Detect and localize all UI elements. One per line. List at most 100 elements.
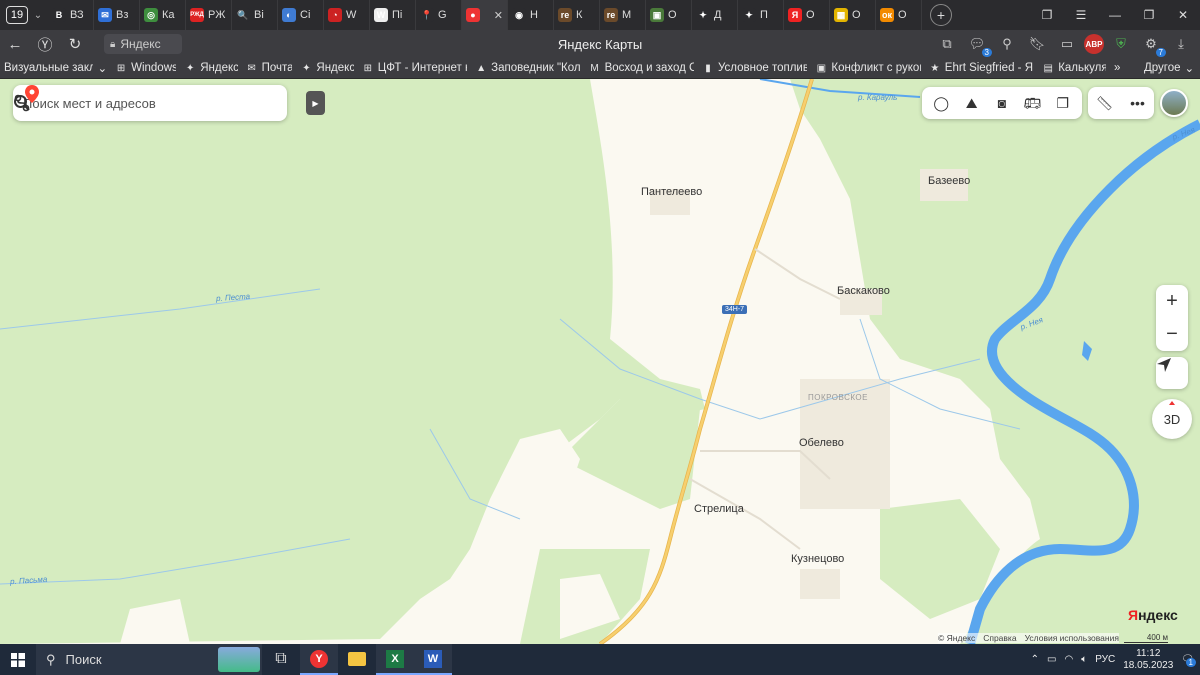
word-app[interactable]: W <box>414 644 452 675</box>
chat-icon[interactable]: 💬︎ 3 <box>964 33 992 57</box>
collections-icon[interactable]: ❐ <box>1030 8 1064 22</box>
tab-14[interactable]: ✦ Д <box>692 0 738 30</box>
zoom-in-button[interactable]: + <box>1156 285 1188 318</box>
map-search-box[interactable] <box>13 85 287 121</box>
adblock-icon[interactable]: ABP <box>1084 34 1104 54</box>
locate-me-button[interactable] <box>1156 357 1188 389</box>
excel-app[interactable]: X <box>376 644 414 675</box>
bookmark-4[interactable]: ✦ Яндекс <box>296 62 357 74</box>
route-icon[interactable] <box>13 94 31 112</box>
close-window-button[interactable]: ✕ <box>1166 8 1200 22</box>
tab-6[interactable]: ◔ W <box>324 0 370 30</box>
help-link[interactable]: Справка <box>983 633 1016 643</box>
place-pokrovskoe[interactable]: ПОКРОВСКОЕ <box>808 393 868 402</box>
tab-2[interactable]: ◎ Ка <box>140 0 186 30</box>
tab-8[interactable]: 📍 G <box>416 0 462 30</box>
bookmark-9[interactable]: ▣ Конфликт с руков <box>811 62 924 74</box>
yandex-home-button[interactable]: Ⓨ <box>30 34 60 55</box>
menu-icon[interactable]: ☰ <box>1064 8 1098 22</box>
ruler-icon[interactable]: 📏︎ <box>1094 92 1116 114</box>
screen-icon[interactable]: ▭ <box>1054 33 1080 55</box>
chevron-up-icon[interactable]: ⌃ <box>1031 654 1039 665</box>
more-icon[interactable]: ••• <box>1127 92 1149 114</box>
bookmark-11[interactable]: ▤ Калькуля <box>1038 62 1110 74</box>
place-bazeevo[interactable]: Базеево <box>928 175 970 187</box>
copy-link-icon[interactable]: ⧉ <box>934 33 960 55</box>
place-strelitsa[interactable]: Стрелица <box>694 503 744 515</box>
new-tab-button[interactable]: + <box>930 4 952 26</box>
terms-link[interactable]: Условия использования <box>1025 633 1119 643</box>
tab-13[interactable]: ▣ О <box>646 0 692 30</box>
tab-7[interactable]: W Пі <box>370 0 416 30</box>
panorama-icon[interactable]: ⛰ <box>961 92 983 114</box>
taskbar-search[interactable]: ⚲ Поиск <box>36 644 262 675</box>
clock[interactable]: 11:12 18.05.2023 <box>1123 648 1173 672</box>
back-button[interactable]: ← <box>0 36 30 53</box>
panel-toggle-button[interactable]: ▶ <box>306 91 325 115</box>
tab-11[interactable]: re К <box>554 0 600 30</box>
bookmarks-other-label: Другое <box>1144 62 1181 74</box>
restore-button[interactable]: ❐ <box>1132 8 1166 22</box>
bookmark-5[interactable]: ⊞ ЦФТ - Интернет н <box>358 62 471 74</box>
volume-icon[interactable]: 🔈︎ <box>1081 654 1087 665</box>
bookmark-2[interactable]: ✦ Яндекс <box>180 62 241 74</box>
start-button[interactable] <box>0 644 36 675</box>
tab-16[interactable]: ЯО <box>784 0 830 30</box>
location-pin-icon[interactable]: ⚲ <box>994 33 1020 55</box>
minimize-button[interactable]: — <box>1098 8 1132 22</box>
task-view-button[interactable]: ⧉ <box>262 644 300 675</box>
place-baskakovo[interactable]: Баскаково <box>837 285 890 297</box>
tab-4[interactable]: 🔍 Ві <box>232 0 278 30</box>
tab-17[interactable]: ▦ О <box>830 0 876 30</box>
place-panteleevo[interactable]: Пантелеево <box>641 186 702 198</box>
bookmark-icon[interactable]: 🔖︎ <box>1024 33 1050 55</box>
tab-3[interactable]: РЖД РЖ <box>186 0 232 30</box>
bookmark-0[interactable]: Визуальные закладк⌄ <box>0 61 111 75</box>
tab-18[interactable]: ок О <box>876 0 922 30</box>
tab-counter[interactable]: 19 <box>6 6 28 24</box>
camera-icon[interactable]: ◙ <box>991 92 1013 114</box>
download-icon[interactable]: ⤓ <box>1168 33 1194 55</box>
map-canvas[interactable]: Пантелеево Базеево Баскаково ПОКРОВСКОЕ … <box>0 79 1200 644</box>
bookmark-6[interactable]: ▲ Заповедник "Колс <box>471 62 584 74</box>
extensions-icon[interactable]: ⚙ 7 <box>1138 33 1166 57</box>
bookmark-3[interactable]: ✉ Почта <box>242 62 297 74</box>
shield-icon[interactable]: ⛨ <box>1108 33 1134 55</box>
transport-icon[interactable]: 🚌︎ <box>1021 92 1043 114</box>
reload-button[interactable]: ↻ <box>60 35 90 53</box>
file-explorer-app[interactable] <box>338 644 376 675</box>
tab-12[interactable]: re М <box>600 0 646 30</box>
bookmarks-other-folder[interactable]: Другое ⌄ <box>1140 61 1198 75</box>
wifi-icon[interactable]: ◠ <box>1064 654 1073 665</box>
layers-icon[interactable]: ◯ <box>930 92 952 114</box>
bookmark-label: Визуальные закладк <box>4 62 94 74</box>
bookmark-10[interactable]: ★ Ehrt Siegfried - Я г <box>925 62 1038 74</box>
zoom-out-button[interactable]: − <box>1156 318 1188 351</box>
avatar[interactable] <box>1160 89 1188 117</box>
taskbar-search-label: Поиск <box>65 652 102 667</box>
bookmark-8[interactable]: ▮ Условное топливо <box>698 62 811 74</box>
tab-10[interactable]: ◉ Н <box>508 0 554 30</box>
map-type-icon[interactable]: ❐ <box>1052 92 1074 114</box>
search-input[interactable] <box>23 95 193 111</box>
bookmarks-more-button[interactable]: » <box>1110 62 1130 74</box>
url-field[interactable]: 🔒︎ Яндекс <box>104 34 182 54</box>
bookmark-1[interactable]: ⊞ Windows <box>111 62 180 74</box>
tab-0[interactable]: B ВЗ <box>48 0 94 30</box>
tab-1[interactable]: ✉ Вз <box>94 0 140 30</box>
language-indicator[interactable]: РУС <box>1095 654 1115 665</box>
bookmark-7[interactable]: M Восход и заход Сс <box>585 62 698 74</box>
close-tab-button[interactable]: ✕ <box>494 9 503 22</box>
chevron-down-icon[interactable]: ⌄ <box>28 10 48 21</box>
3d-button[interactable]: 3D <box>1152 399 1192 439</box>
yandex-browser-app[interactable]: Y <box>300 644 338 675</box>
tab-9[interactable]: ● ✕ <box>462 0 508 30</box>
place-obelevo[interactable]: Обелево <box>799 437 844 449</box>
notifications-icon[interactable]: 🗨︎1 <box>1181 654 1196 667</box>
place-kuznetsovo[interactable]: Кузнецово <box>791 553 844 565</box>
copyright-link[interactable]: © Яндекс <box>938 633 975 643</box>
tab-15[interactable]: ✦ П <box>738 0 784 30</box>
network-icon[interactable]: ▭ <box>1047 654 1056 665</box>
tab-label: К <box>576 9 583 21</box>
tab-5[interactable]: ◐ Сі <box>278 0 324 30</box>
